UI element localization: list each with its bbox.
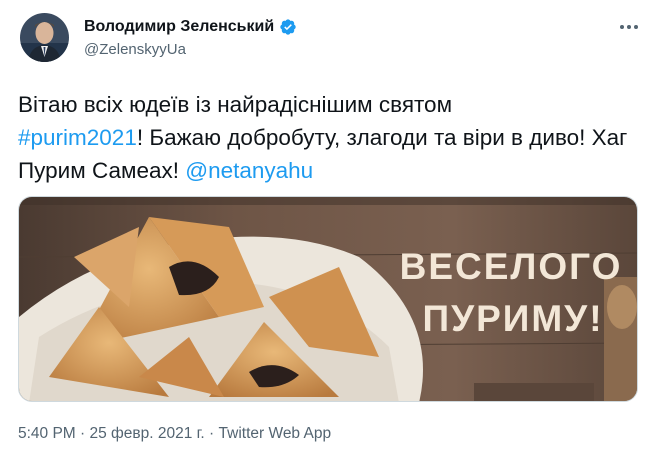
tweet-text: Вітаю всіх юдеїв із найрадіснішим святом… — [18, 88, 628, 187]
mention-link[interactable]: @netanyahu — [185, 158, 313, 183]
tweet-media-image[interactable]: ВЕСЕЛОГО ПУРИМУ! — [18, 196, 638, 402]
author-name[interactable]: Володимир Зеленський — [84, 18, 274, 36]
avatar[interactable] — [20, 13, 69, 62]
tweet-timestamp[interactable]: 5:40 PM · 25 февр. 2021 г. · Twitter Web… — [18, 425, 331, 443]
hashtag-link[interactable]: #purim2021 — [18, 125, 137, 150]
verified-badge-icon — [280, 19, 296, 35]
media-caption-line1: ВЕСЕЛОГО — [400, 246, 623, 287]
author-handle[interactable]: @ZelenskyyUa — [84, 41, 186, 58]
media-caption-line2: ПУРИМУ! — [422, 298, 603, 339]
more-options-icon[interactable] — [618, 16, 640, 38]
tweet-text-part: Вітаю всіх юдеїв із найрадіснішим святом — [18, 92, 453, 117]
